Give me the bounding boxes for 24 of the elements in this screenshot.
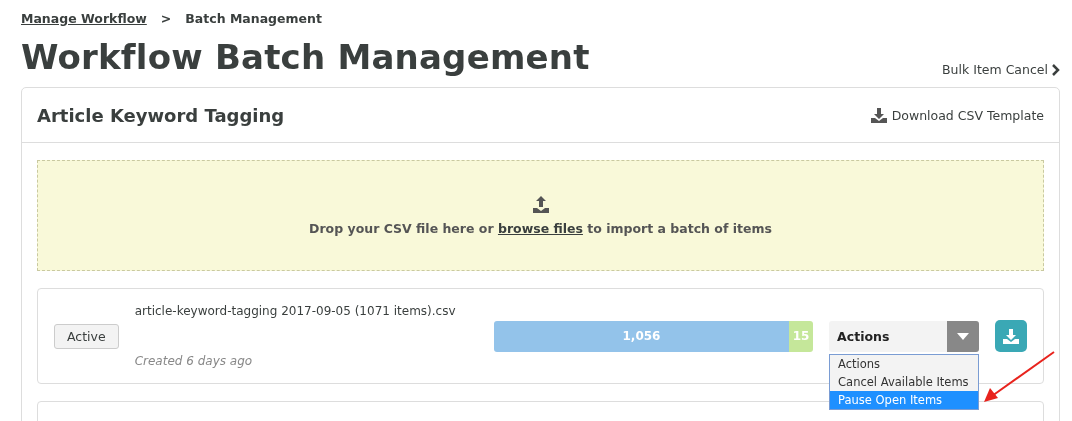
- download-template-link[interactable]: Download CSV Template: [870, 107, 1044, 123]
- drop-instructions: Drop your CSV file here or browse files to import a batch of items: [309, 220, 772, 236]
- download-button[interactable]: [995, 320, 1027, 352]
- browse-files-link[interactable]: browse files: [497, 220, 583, 236]
- card-title: Article Keyword Tagging: [37, 104, 285, 126]
- breadcrumb-text: Batch Management: [185, 10, 322, 26]
- drop-zone[interactable]: Drop your CSV file here or browse files to import a batch of items: [37, 160, 1044, 271]
- batch-filename: article-keyword-tagging 2017-09-05 (1071 items).csv: [134, 304, 457, 318]
- status-button[interactable]: Active: [54, 323, 119, 349]
- upload-icon: [532, 195, 549, 213]
- progress-segment: 15: [789, 320, 814, 352]
- actions-select[interactable]: Actions: [829, 320, 980, 352]
- breadcrumb-link[interactable]: Manage Workflow: [21, 10, 147, 26]
- dropdown-option[interactable]: Actions: [830, 354, 979, 373]
- dropdown-option[interactable]: Cancel Available Items: [830, 372, 979, 391]
- download-icon: [870, 107, 887, 123]
- download-icon: [1003, 328, 1020, 344]
- page-title: Workflow Batch Management: [21, 36, 590, 79]
- caret-icon: [957, 332, 970, 340]
- chevron-icon: [1052, 63, 1060, 76]
- progress-segment: 1,056: [493, 320, 790, 352]
- created-date: Created 6 days ago: [134, 354, 254, 368]
- bulk-item-cancel-link[interactable]: Bulk Item Cancel: [942, 62, 1060, 77]
- breadcrumb-text: >: [160, 10, 172, 26]
